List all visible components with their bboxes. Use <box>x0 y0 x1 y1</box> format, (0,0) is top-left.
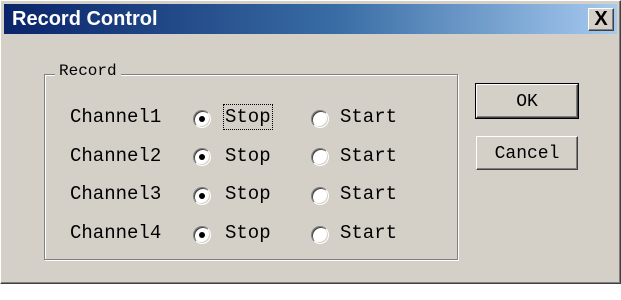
channel1-stop-label[interactable]: Stop <box>223 104 273 130</box>
cancel-button[interactable]: Cancel <box>476 136 578 170</box>
title-bar[interactable]: Record Control X <box>4 4 617 34</box>
channel4-start-radio[interactable] <box>311 226 329 244</box>
channel4-start-label[interactable]: Start <box>340 222 397 244</box>
channel1-start-label[interactable]: Start <box>340 106 397 128</box>
radio-selected-dot <box>199 116 205 122</box>
radio-selected-dot <box>199 154 205 160</box>
channel3-stop-radio[interactable] <box>193 187 211 205</box>
radio-selected-dot <box>199 232 205 238</box>
channel3-stop-label[interactable]: Stop <box>225 183 271 205</box>
channel2-start-radio[interactable] <box>311 148 329 166</box>
channel3-label: Channel3 <box>70 183 162 205</box>
channel1-stop-radio[interactable] <box>193 110 211 128</box>
channel3-start-label[interactable]: Start <box>340 183 397 205</box>
channel4-stop-label[interactable]: Stop <box>225 222 271 244</box>
radio-selected-dot <box>199 193 205 199</box>
channel3-start-radio[interactable] <box>311 187 329 205</box>
channel1-label: Channel1 <box>70 106 162 128</box>
close-button[interactable]: X <box>588 8 614 31</box>
close-icon: X <box>594 8 608 30</box>
channel2-stop-radio[interactable] <box>193 148 211 166</box>
channel2-label: Channel2 <box>70 145 162 167</box>
channel1-start-radio[interactable] <box>311 110 329 128</box>
channel2-stop-label[interactable]: Stop <box>225 145 271 167</box>
channel2-start-label[interactable]: Start <box>340 145 397 167</box>
ok-button[interactable]: OK <box>475 83 579 119</box>
channel4-label: Channel4 <box>70 222 162 244</box>
window-title: Record Control <box>12 8 158 30</box>
channel4-stop-radio[interactable] <box>193 226 211 244</box>
record-group-label: Record <box>55 62 121 80</box>
